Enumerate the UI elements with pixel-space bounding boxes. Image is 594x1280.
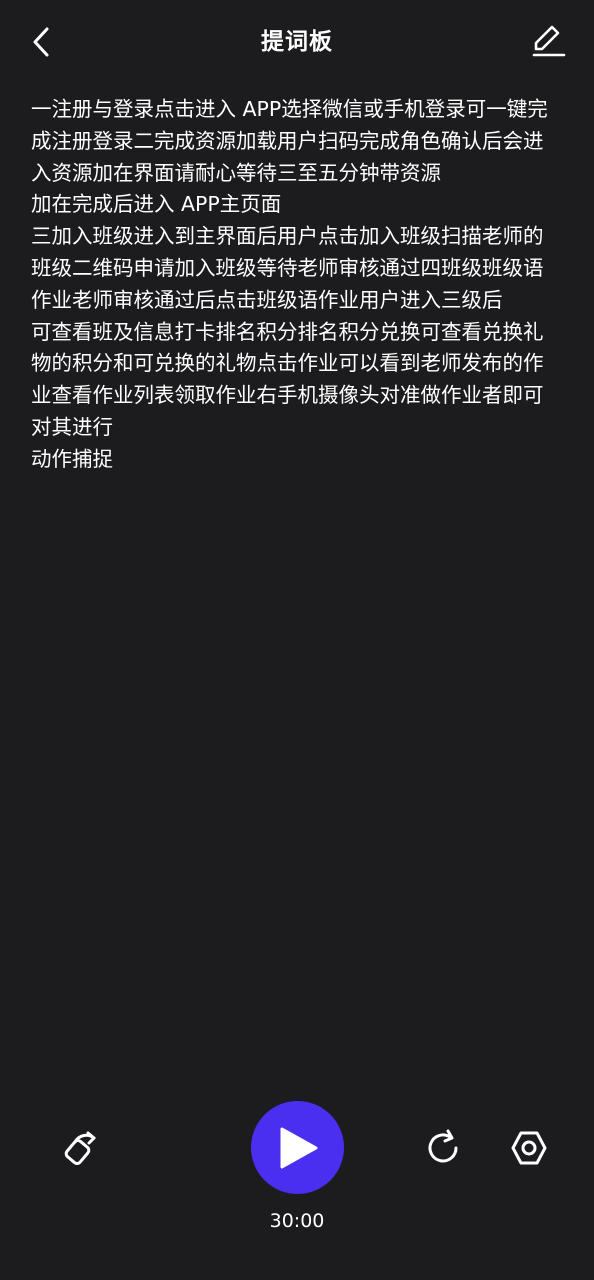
top-bar: 提词板 [0, 0, 594, 82]
script-line: 班级二维码申请加入班级等待老师审核通过四班级班级语 [31, 255, 544, 280]
play-icon [280, 1127, 317, 1168]
settings-button[interactable] [505, 1124, 553, 1172]
play-button[interactable] [251, 1101, 344, 1194]
script-line: 可查看班及信息打卡排名积分排名积分兑换可查看兑换礼 [31, 319, 544, 344]
edit-pencil-icon [532, 25, 566, 57]
reset-button[interactable] [419, 1124, 467, 1172]
timer-display: 30:00 [269, 1210, 325, 1232]
script-line: 业查看作业列表领取作业右手机摄像头对准做作业者即可 [31, 383, 544, 408]
teleprompter-script: 一注册与登录点击进入 APP选择微信或手机登录可一键完 成注册登录二完成资源加载… [31, 94, 566, 476]
script-line: 一注册与登录点击进入 APP选择微信或手机登录可一键完 [31, 97, 548, 121]
settings-hexagon-icon [511, 1131, 547, 1165]
script-line: 入资源加在界面请耐心等待三至五分钟带资源 [31, 160, 441, 185]
edit-button[interactable] [526, 18, 572, 64]
script-line: 加在完成后进入 APP主页面 [31, 192, 282, 217]
refresh-icon [428, 1129, 458, 1163]
mirror-button[interactable] [57, 1124, 105, 1172]
mirror-flip-icon [64, 1131, 96, 1165]
script-line: 对其进行 [31, 414, 113, 439]
script-line: 动作捕捉 [31, 446, 113, 471]
script-line: 成注册登录二完成资源加载用户扫码完成角色确认后会进 [31, 128, 544, 153]
script-line: 三加入班级进入到主界面后用户点击加入班级扫描老师的 [31, 224, 544, 249]
playback-controls: 30:00 [0, 1100, 594, 1280]
page-title: 提词板 [261, 29, 333, 55]
script-line: 物的积分和可兑换的礼物点击作业可以看到老师发布的作 [31, 351, 544, 376]
script-line: 作业老师审核通过后点击班级语作业用户进入三级后 [31, 287, 503, 312]
